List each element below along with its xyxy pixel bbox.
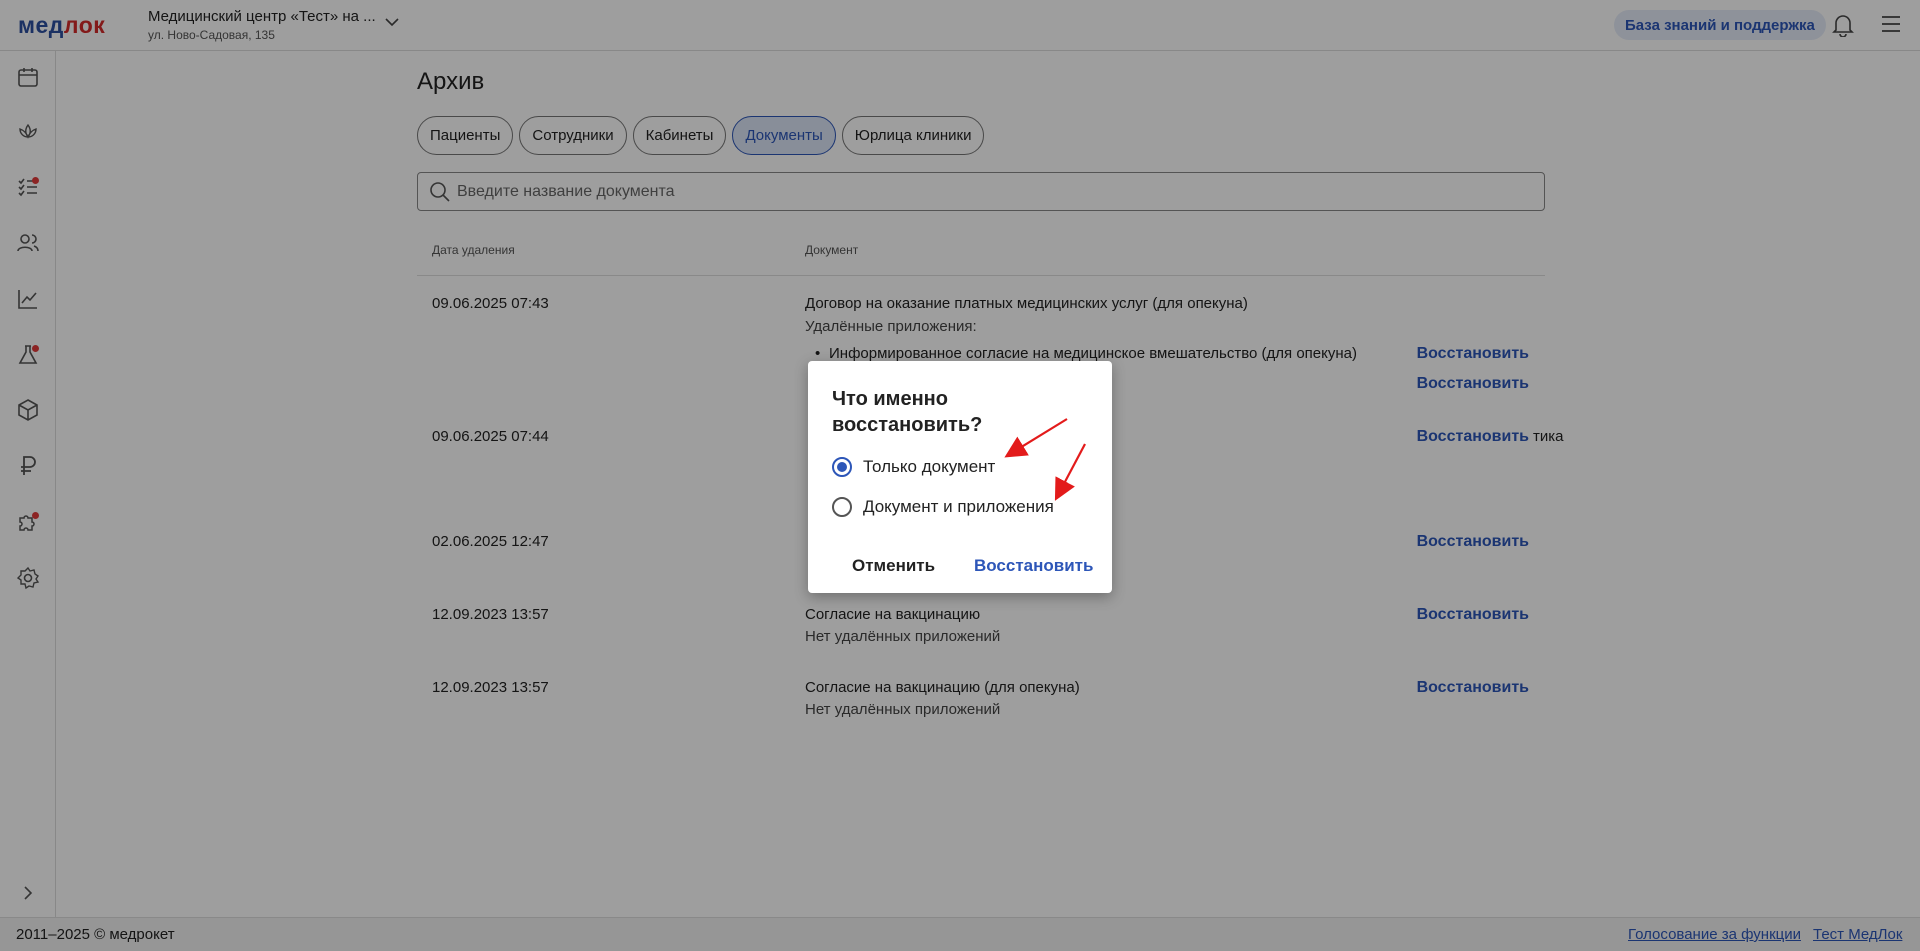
radio-label: Документ и приложения	[863, 497, 1054, 516]
dialog-title: Что именно восстановить?	[832, 388, 983, 436]
cancel-button[interactable]: Отменить	[852, 556, 935, 576]
radio-button[interactable]	[832, 497, 852, 517]
radio-button-checked[interactable]	[832, 457, 852, 477]
radio-label: Только документ	[863, 457, 996, 476]
confirm-restore-button[interactable]: Восстановить	[974, 556, 1093, 576]
restore-dialog: Что именно восстановить? Только документ…	[808, 361, 1112, 593]
radio-option-document-and-attachments[interactable]: Документ и приложения	[832, 497, 1054, 517]
radio-option-document-only[interactable]: Только документ	[832, 457, 995, 477]
